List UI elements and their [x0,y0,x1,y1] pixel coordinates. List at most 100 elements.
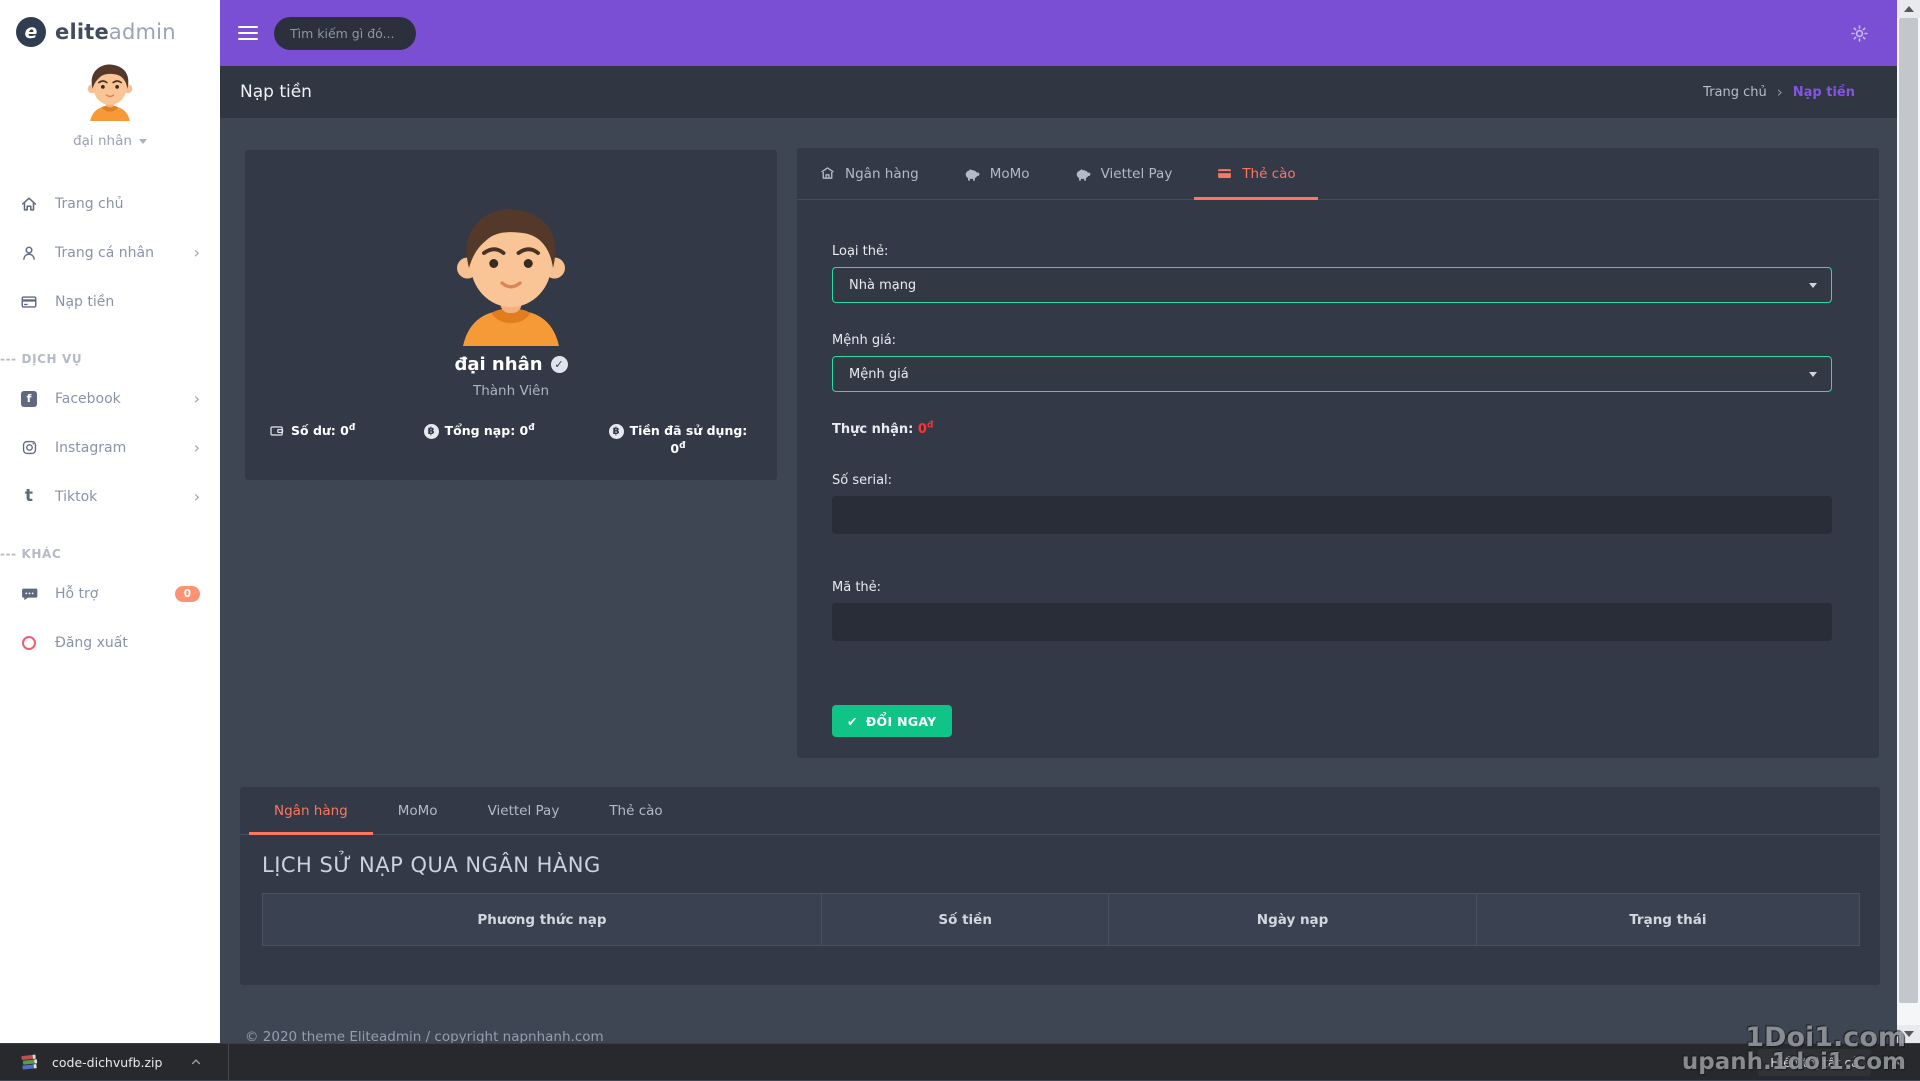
tab-momo[interactable]: MoMo [941,148,1052,199]
settings-button[interactable] [1850,24,1869,43]
sidebar-user-name: đại nhân [73,133,132,149]
scrollbar-thumb[interactable] [1899,18,1918,1003]
sidebar-item-tiktok[interactable]: t Tiktok › [0,472,220,521]
tab-viettelpay[interactable]: Viettel Pay [1052,148,1195,199]
receive-amount: Thực nhận: 0đ [832,422,1844,437]
logout-icon [20,636,38,650]
sidebar-item-label: Trang chủ [55,196,123,212]
sidebar-item-label: Nạp tiền [55,294,114,310]
brand-logo[interactable]: e eliteadmin [0,0,220,47]
tab-bank[interactable]: Ngân hàng [797,148,941,199]
user-icon [20,244,38,262]
sidebar-item-label: Instagram [55,440,126,456]
download-filename[interactable]: code-dichvufb.zip [52,1055,162,1070]
denomination-label: Mệnh giá: [832,333,1844,348]
facebook-icon: f [20,391,38,407]
coin-icon: ฿ [424,424,439,439]
stat-used: ฿ Tiền đã sử dụng: 0đ [603,423,753,456]
chevron-right-icon: › [194,391,200,407]
chevron-down-icon [1809,283,1817,288]
page-title: Nạp tiền [240,82,312,102]
sidebar-user-dropdown[interactable]: đại nhân [73,133,147,149]
sidebar-item-profile[interactable]: Trang cá nhân › [0,228,220,277]
check-icon: ✔ [847,714,858,729]
breadcrumb-current: Nạp tiền [1793,85,1855,100]
sidebar-section-other: --- KHÁC [0,547,220,561]
wallet-icon [269,423,285,439]
close-icon[interactable]: × [1889,1053,1904,1071]
support-count-badge: 0 [175,586,200,602]
history-tab-card[interactable]: Thẻ cào [584,787,687,834]
sidebar-item-label: Trang cá nhân [55,245,154,261]
chevron-right-icon: › [194,245,200,261]
tab-card[interactable]: Thẻ cào [1194,148,1317,199]
history-tab-viettelpay[interactable]: Viettel Pay [463,787,585,834]
search-box [274,17,416,50]
topbar [220,0,1897,66]
chevron-right-icon: › [1777,83,1783,101]
sidebar-avatar[interactable] [79,59,141,121]
winrar-file-icon [20,1052,40,1072]
profile-avatar [436,196,586,346]
gear-icon [1850,24,1869,43]
denomination-select[interactable]: Mệnh giá [832,356,1832,392]
serial-input[interactable] [832,496,1832,534]
breadcrumb-home[interactable]: Trang chủ [1703,85,1767,100]
profile-name: đại nhân [454,354,542,375]
chevron-right-icon: › [194,489,200,505]
triangle-down-icon [1904,1031,1914,1037]
search-input[interactable] [290,26,400,41]
column-header: Trạng thái [1476,894,1859,946]
download-menu-button[interactable] [190,1056,202,1068]
column-header: Ngày nạp [1109,894,1476,946]
sidebar: e eliteadmin đại nhân Trang chủ Trang cá… [0,0,220,1043]
card-topup-form: Loại thẻ: Nhà mạng Mệnh giá: Mệnh giá Th… [797,200,1879,737]
chevron-right-icon: › [194,440,200,456]
column-header: Số tiền [821,894,1108,946]
sidebar-item-deposit[interactable]: Nạp tiền [0,277,220,326]
history-tabs: Ngân hàng MoMo Viettel Pay Thẻ cào [240,787,1880,835]
bank-icon [819,165,836,182]
sidebar-item-label: Hỗ trợ [55,586,98,602]
sidebar-item-home[interactable]: Trang chủ [0,179,220,228]
scroll-down-button[interactable] [1897,1025,1920,1043]
menu-icon[interactable] [238,26,258,40]
card-type-select[interactable]: Nhà mạng [832,267,1832,303]
show-all-downloads-button[interactable]: Hiển thị tất cả [1758,1049,1871,1076]
piggy-bank-icon [963,165,981,183]
triangle-up-icon [1904,6,1914,12]
breadcrumb: Trang chủ › Nạp tiền [1703,83,1855,101]
downloads-bar: code-dichvufb.zip Hiển thị tất cả × [0,1043,1920,1080]
tiktok-icon: t [20,488,38,505]
instagram-icon [20,439,38,456]
chat-icon [20,585,38,603]
credit-card-icon [1216,165,1233,182]
chevron-up-icon [190,1056,202,1068]
scroll-up-button[interactable] [1897,0,1920,18]
deposit-card: Ngân hàng MoMo Viettel Pay Thẻ cào Loại … [797,148,1879,758]
deposit-tabs: Ngân hàng MoMo Viettel Pay Thẻ cào [797,148,1879,200]
sidebar-item-facebook[interactable]: f Facebook › [0,374,220,423]
chevron-down-icon [1809,372,1817,377]
sidebar-item-label: Facebook [55,391,121,407]
history-tab-momo[interactable]: MoMo [373,787,463,834]
card-code-input[interactable] [832,603,1832,641]
scrollbar[interactable] [1897,0,1920,1043]
home-icon [20,195,38,213]
profile-card: đại nhân ✓ Thành Viên Số dư: 0đ ฿ Tổng n… [245,150,777,480]
sidebar-item-logout[interactable]: Đăng xuất [0,618,220,667]
column-header: Phương thức nạp [263,894,822,946]
stat-total-deposit: ฿ Tổng nạp: 0đ [424,423,535,456]
chevron-down-icon [139,139,147,144]
credit-card-icon [20,293,38,311]
coin-icon: ฿ [609,424,624,439]
history-tab-bank[interactable]: Ngân hàng [249,787,373,834]
sidebar-item-support[interactable]: Hỗ trợ 0 [0,569,220,618]
sidebar-item-instagram[interactable]: Instagram › [0,423,220,472]
sidebar-item-label: Đăng xuất [55,635,128,651]
card-type-value: Nhà mạng [849,278,916,293]
brand-name: eliteadmin [55,20,176,44]
history-card: Ngân hàng MoMo Viettel Pay Thẻ cào LỊCH … [240,787,1880,985]
submit-button[interactable]: ✔ ĐỔI NGAY [832,705,952,737]
sidebar-item-label: Tiktok [55,489,97,505]
